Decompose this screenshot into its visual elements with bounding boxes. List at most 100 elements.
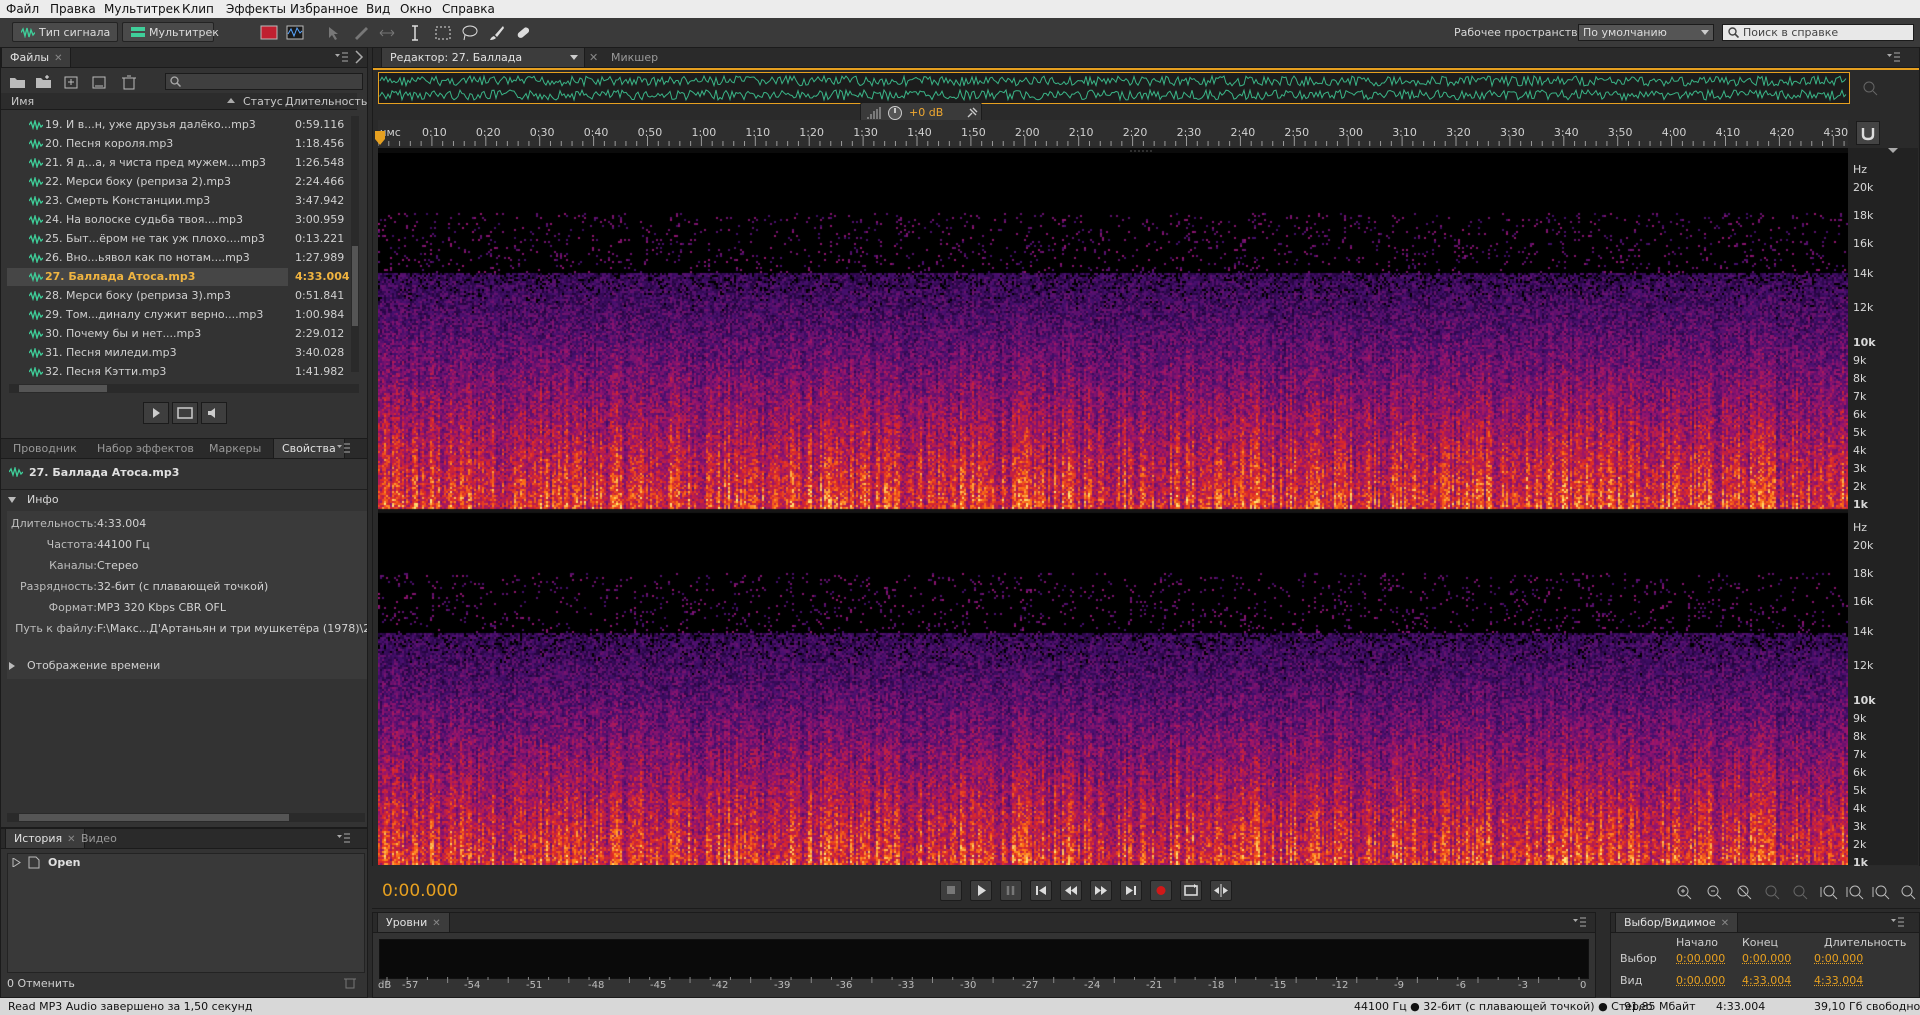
time-selection-tool-icon[interactable]: [406, 24, 424, 42]
file-list-item[interactable]: 19. И в...н, уже друзья далёко...mp3 0:59…: [7, 116, 344, 134]
stop-button[interactable]: [940, 880, 962, 901]
selection-start[interactable]: 0:00.000: [1676, 952, 1725, 965]
file-list-item[interactable]: 31. Песня миледи.mp3 3:40.028: [7, 344, 344, 362]
info-heading[interactable]: Инфо: [27, 493, 59, 506]
file-list-item[interactable]: 23. Смерть Констанции.mp3 3:47.942: [7, 192, 344, 210]
multitrack-view-button[interactable]: Мультитрек: [122, 22, 219, 42]
menu-help[interactable]: Справка: [442, 2, 495, 16]
view-start[interactable]: 0:00.000: [1676, 974, 1725, 987]
open-append-icon[interactable]: [35, 74, 53, 90]
new-file-icon[interactable]: [91, 74, 109, 90]
file-list-item[interactable]: 26. Вно...ьявол как по нотам....mp3 1:27.…: [7, 249, 344, 267]
loop-playback-button[interactable]: [1180, 880, 1202, 901]
preview-autoplay-button[interactable]: [201, 402, 227, 424]
close-icon[interactable]: ✕: [1721, 918, 1729, 929]
spectral-display-icon[interactable]: [260, 24, 278, 42]
file-list-item[interactable]: 24. На волоске судьба твоя....mp3 3:00.95…: [7, 211, 344, 229]
volume-knob-icon[interactable]: [887, 105, 903, 121]
tab-properties[interactable]: Свойства: [273, 439, 345, 458]
workspace-select[interactable]: По умолчанию: [1578, 24, 1714, 41]
pause-button[interactable]: [1000, 880, 1022, 901]
zoom-reset-icon[interactable]: [1898, 884, 1916, 900]
snap-button[interactable]: [1856, 121, 1880, 145]
spot-healing-tool-icon[interactable]: [514, 24, 532, 42]
rewind-button[interactable]: [1060, 880, 1082, 901]
razor-tool-icon[interactable]: [352, 24, 370, 42]
column-name[interactable]: Имя: [11, 95, 34, 108]
menu-window[interactable]: Окно: [400, 2, 432, 16]
panel-menu-icon[interactable]: [335, 442, 351, 454]
zoom-selection-icon[interactable]: [1764, 884, 1780, 900]
lasso-tool-icon[interactable]: [460, 24, 478, 42]
file-list-item[interactable]: 27. Баллада Атоса.mp3 4:33.004: [7, 268, 350, 286]
sort-ascending-icon[interactable]: [227, 98, 235, 103]
column-duration[interactable]: Длительность: [285, 95, 367, 108]
menu-multitrack[interactable]: Мультитрек: [104, 2, 180, 16]
help-search-input[interactable]: Поиск в справке: [1722, 24, 1914, 41]
overview-waveform[interactable]: [378, 72, 1850, 104]
file-search-input[interactable]: [165, 73, 363, 90]
preview-loop-button[interactable]: [172, 402, 198, 424]
zoom-in-time-icon[interactable]: [1820, 884, 1838, 900]
import-file-icon[interactable]: [63, 74, 81, 90]
triangle-expanded-icon[interactable]: [7, 495, 17, 505]
file-list-vscroll-thumb[interactable]: [352, 246, 358, 326]
brush-tool-icon[interactable]: [488, 24, 506, 42]
file-list-hscroll[interactable]: [9, 384, 359, 393]
go-to-start-button[interactable]: [1030, 880, 1052, 901]
pin-icon[interactable]: [965, 106, 979, 120]
tab-video[interactable]: Видео: [73, 829, 125, 848]
view-end[interactable]: 4:33.004: [1742, 974, 1791, 987]
file-list-item[interactable]: 29. Том...диналу служит верно....mp3 1:00…: [7, 306, 344, 324]
panel-menu-icon[interactable]: [1889, 916, 1905, 928]
panel-menu-icon[interactable]: [1885, 51, 1901, 63]
tab-mixer[interactable]: Микшер: [603, 48, 666, 67]
current-time[interactable]: 0:00.000: [382, 881, 458, 901]
close-icon[interactable]: ✕: [54, 53, 62, 64]
menu-favorites[interactable]: Избранное: [290, 2, 358, 16]
file-list-item[interactable]: 25. Быт...ёром не так уж плохо....mp3 0:1…: [7, 230, 344, 248]
preview-play-button[interactable]: [143, 402, 169, 424]
waveform-view-button[interactable]: Тип сигнала: [12, 22, 118, 42]
marquee-tool-icon[interactable]: [434, 24, 452, 42]
panel-menu-icon[interactable]: [1571, 916, 1587, 928]
playhead-marker-icon[interactable]: [374, 131, 386, 147]
properties-hscroll-thumb[interactable]: [19, 814, 289, 821]
tab-levels[interactable]: Уровни ✕: [377, 913, 450, 932]
menu-effects[interactable]: Эффекты: [226, 2, 286, 16]
panel-menu-icon[interactable]: [333, 51, 349, 63]
trash-icon[interactable]: [343, 975, 357, 989]
trash-icon[interactable]: [121, 74, 137, 90]
menu-view[interactable]: Вид: [366, 2, 390, 16]
tab-editor[interactable]: Редактор: 27. Баллада Атоса.mp3: [381, 48, 585, 83]
resize-grip-icon[interactable]: [1130, 149, 1154, 153]
go-to-end-button[interactable]: [1120, 880, 1142, 901]
play-button[interactable]: [970, 880, 992, 901]
properties-hscroll[interactable]: [7, 813, 365, 822]
file-list-item[interactable]: 28. Мерси боку (реприза 3).mp3 0:51.841: [7, 287, 344, 305]
tab-explorer[interactable]: Проводник: [5, 439, 85, 458]
selection-duration[interactable]: 0:00.000: [1814, 952, 1863, 965]
menu-clip[interactable]: Клип: [182, 2, 214, 16]
skip-selection-button[interactable]: [1210, 880, 1232, 901]
file-list-hscroll-thumb[interactable]: [19, 385, 107, 392]
spectral-display[interactable]: [378, 153, 1848, 865]
selection-end[interactable]: 0:00.000: [1742, 952, 1791, 965]
column-status[interactable]: Статус: [243, 95, 283, 108]
slip-tool-icon[interactable]: [378, 24, 396, 42]
menu-edit[interactable]: Правка: [50, 2, 96, 16]
tab-selection-view[interactable]: Выбор/Видимое ✕: [1615, 913, 1739, 932]
zoom-to-time-icon[interactable]: [1792, 884, 1808, 900]
panel-close-arrow-icon[interactable]: [353, 50, 365, 64]
chevron-down-icon[interactable]: [570, 55, 578, 60]
fast-forward-button[interactable]: [1090, 880, 1112, 901]
tab-markers[interactable]: Маркеры: [201, 439, 269, 458]
zoom-out-time-icon[interactable]: [1846, 884, 1864, 900]
close-icon[interactable]: ✕: [589, 51, 598, 64]
file-list-item[interactable]: 32. Песня Кэтти.mp3 1:41.982: [7, 363, 344, 381]
menu-file[interactable]: Файл: [6, 2, 39, 16]
zoom-out-full-icon[interactable]: [1872, 884, 1890, 900]
tab-effects-rack[interactable]: Набор эффектов: [89, 439, 202, 458]
zoom-in-amplitude-icon[interactable]: [1676, 884, 1692, 900]
tab-files[interactable]: Файлы ✕: [1, 48, 72, 67]
